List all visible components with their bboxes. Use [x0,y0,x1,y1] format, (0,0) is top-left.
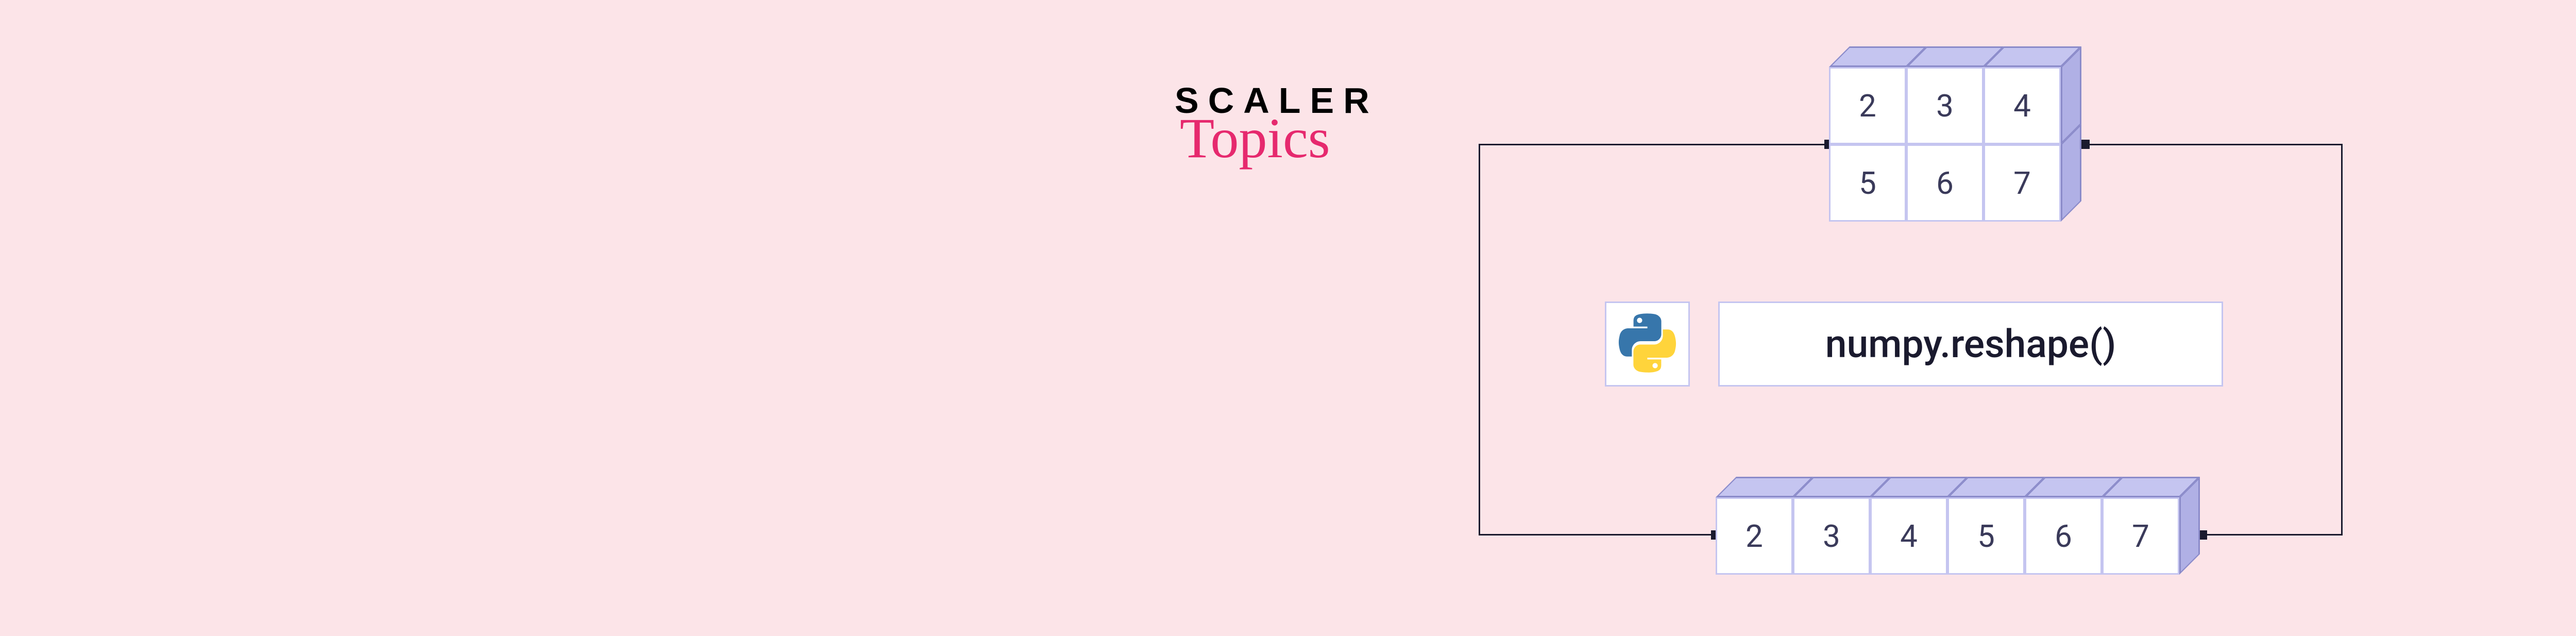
cell-value: 7 [1984,144,2061,222]
array-cell: 6 [2025,497,2102,575]
cell-value: 4 [1870,497,1947,575]
array-cell: 3 [1906,67,1984,144]
array-2x3: 2 3 4 5 6 7 [1829,67,2576,222]
function-group: numpy.reshape() [1605,302,2223,387]
cell-value: 4 [1984,67,2061,144]
array-cell: 7 [2102,497,2179,575]
cell-value: 3 [1793,497,1870,575]
array-1x6: 2 3 4 5 6 7 [1716,497,2179,575]
function-name-text: numpy.reshape() [1825,322,2116,367]
array-cell: 4 [1984,67,2061,144]
array-cell: 6 [1906,144,1984,222]
array-row: 2 3 4 5 6 7 [1716,497,2179,575]
array-cell: 5 [1947,497,2025,575]
function-name-box: numpy.reshape() [1718,302,2223,387]
connector-line [1479,144,1480,535]
array-cell: 5 [1829,144,1906,222]
array-row: 5 6 7 [1829,144,2576,222]
array-cell: 2 [1829,67,1906,144]
connector-line [1479,534,1716,535]
cell-value: 6 [2025,497,2102,575]
cell-value: 5 [1947,497,2025,575]
cell-value: 6 [1906,144,1984,222]
cell-value: 2 [1716,497,1793,575]
connector-line [2202,534,2343,535]
connector-line [1479,144,1829,145]
python-icon-box [1605,302,1690,387]
array-cell: 2 [1716,497,1793,575]
cell-value: 5 [1829,144,1906,222]
scaler-topics-logo: SCALER Topics [1175,80,1379,171]
array-cell: 4 [1870,497,1947,575]
cell-value: 2 [1829,67,1906,144]
cell-value: 3 [1906,67,1984,144]
array-row: 2 3 4 [1829,67,2576,144]
array-cell: 7 [1984,144,2061,222]
python-logo-icon [1618,313,1677,375]
array-cell: 3 [1793,497,1870,575]
cell-value: 7 [2102,497,2179,575]
